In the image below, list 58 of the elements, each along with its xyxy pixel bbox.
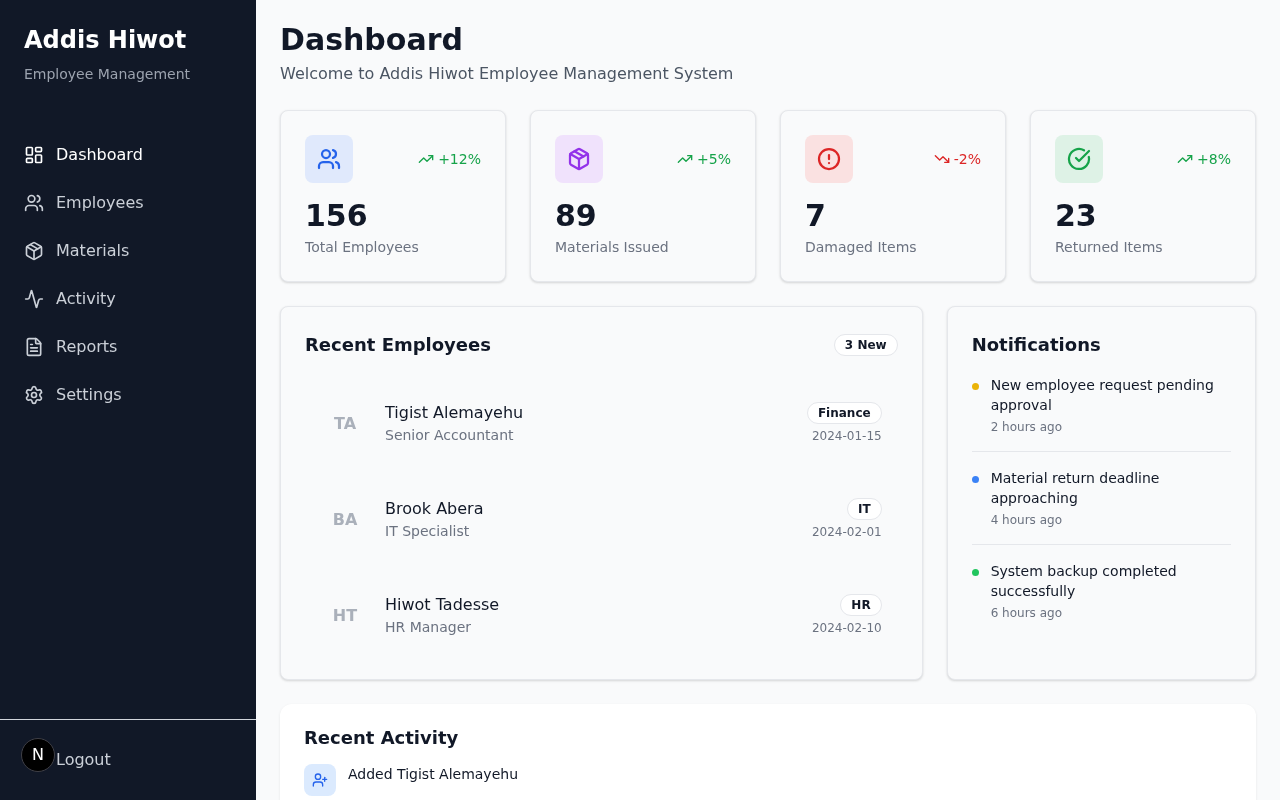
stat-label: Damaged Items bbox=[805, 238, 918, 257]
stat-label: Total Employees bbox=[305, 238, 420, 257]
avatar-initials: BA bbox=[331, 508, 359, 531]
employee-role: IT Specialist bbox=[385, 522, 470, 541]
page-title: Dashboard bbox=[280, 22, 464, 58]
nav-item[interactable]: Materials bbox=[12, 227, 244, 275]
department-tag: IT bbox=[847, 498, 882, 520]
card-title: Recent Activity bbox=[304, 726, 460, 750]
stat-label: Returned Items bbox=[1055, 238, 1164, 257]
avatar-initials: HT bbox=[331, 604, 359, 627]
trend-value: +5% bbox=[697, 150, 731, 169]
box-icon bbox=[555, 135, 603, 183]
hire-date: 2024-02-10 bbox=[811, 620, 882, 636]
nav-item[interactable]: Employees bbox=[12, 179, 244, 227]
trend-value: +8% bbox=[1197, 150, 1231, 169]
department-tag: HR bbox=[840, 594, 882, 616]
trend-value: +12% bbox=[438, 150, 481, 169]
card-title: Recent Employees bbox=[305, 333, 491, 357]
notification-time: 6 hours ago bbox=[990, 605, 1062, 621]
stat-value: 156 bbox=[305, 199, 369, 233]
user-plus-icon bbox=[304, 764, 336, 796]
stat-label: Materials Issued bbox=[555, 238, 670, 257]
hire-date: 2024-01-15 bbox=[811, 428, 882, 444]
notification-text: Material return deadline approaching bbox=[990, 469, 1161, 508]
app-title: Addis Hiwot bbox=[24, 25, 188, 56]
hire-date: 2024-02-01 bbox=[811, 524, 882, 540]
stat-value: 89 bbox=[555, 199, 598, 233]
gear-icon bbox=[24, 385, 44, 405]
box-icon bbox=[24, 241, 44, 261]
notification-time: 2 hours ago bbox=[990, 419, 1062, 435]
users-icon bbox=[24, 193, 44, 213]
employee-name: Tigist Alemayehu bbox=[385, 402, 524, 424]
avatar-initials: TA bbox=[332, 412, 358, 435]
app-subtitle: Employee Management bbox=[24, 65, 191, 84]
page-subtitle: Welcome to Addis Hiwot Employee Management System bbox=[280, 63, 735, 85]
notification-time: 4 hours ago bbox=[990, 512, 1062, 528]
nav-item[interactable]: Activity bbox=[12, 275, 244, 323]
nav-item[interactable]: Dashboard bbox=[12, 131, 244, 179]
nav-item[interactable]: Settings bbox=[12, 371, 244, 419]
activity-text: Added Tigist Alemayehu bbox=[348, 765, 519, 784]
notification-text: System backup completed successfully bbox=[990, 562, 1178, 601]
stat-value: 7 bbox=[805, 199, 827, 233]
employee-name: Hiwot Tadesse bbox=[385, 594, 500, 616]
employee-role: Senior Accountant bbox=[385, 426, 514, 445]
employee-role: HR Manager bbox=[385, 618, 472, 637]
stat-value: 23 bbox=[1055, 199, 1098, 233]
logo-badge[interactable]: N bbox=[21, 738, 55, 772]
nav-item[interactable]: Reports bbox=[12, 323, 244, 371]
pulse-line-icon bbox=[24, 289, 44, 309]
new-count-badge: 3 New bbox=[833, 334, 898, 356]
document-icon bbox=[24, 337, 44, 357]
department-tag: Finance bbox=[806, 402, 882, 424]
trend-value: -2% bbox=[953, 150, 981, 169]
users-icon bbox=[305, 135, 353, 183]
grid-icon bbox=[24, 145, 44, 165]
employee-name: Brook Abera bbox=[385, 498, 484, 520]
card-title: Notifications bbox=[971, 333, 1102, 357]
notification-text: New employee request pending approval bbox=[990, 376, 1215, 415]
